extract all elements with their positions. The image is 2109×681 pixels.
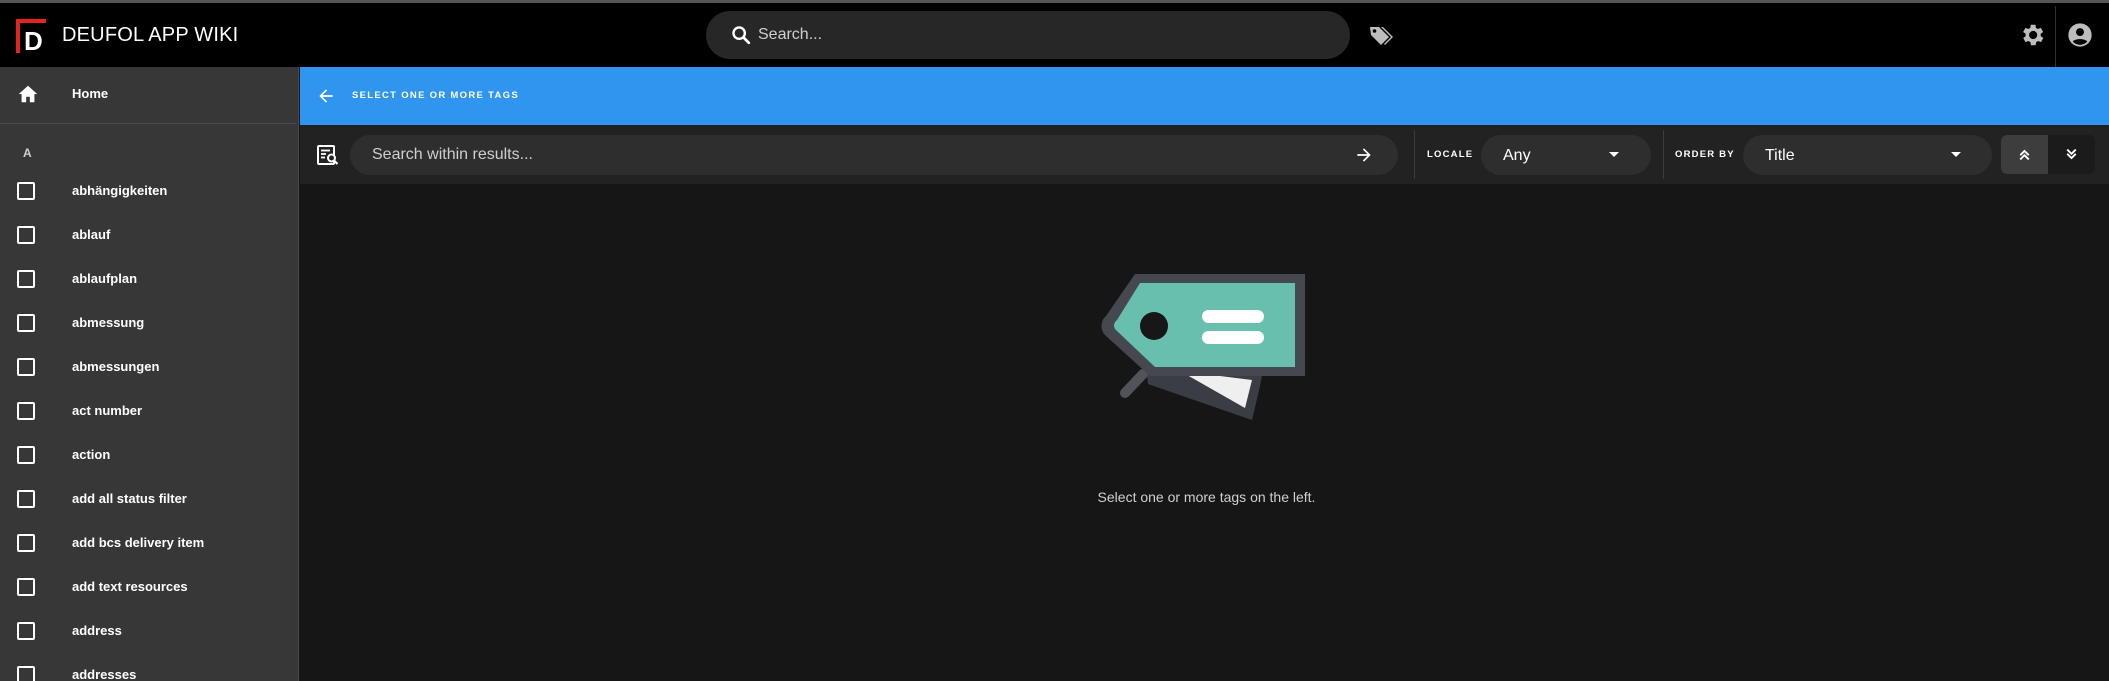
tag-label: add all status filter [72,491,187,506]
settings-icon[interactable] [2018,21,2046,49]
tag-checkbox[interactable] [17,358,35,376]
top-app-bar: D DEUFOL APP WIKI [0,3,2109,70]
tag-label: ablaufplan [72,271,138,286]
sidebar-tag-item[interactable]: add bcs delivery item [0,519,298,563]
locale-value: Any [1503,147,1531,164]
global-search[interactable] [706,11,1350,59]
tag-checkbox[interactable] [17,490,35,508]
empty-state-message: Select one or more tags on the left. [1097,489,1316,505]
tag-checkbox[interactable] [17,534,35,552]
sidebar-tag-item[interactable]: ablaufplan [0,255,298,299]
tags-icon[interactable] [1368,23,1394,49]
tag-checkbox[interactable] [17,226,35,244]
sidebar-tag-item[interactable]: action [0,431,298,475]
search-results-icon [317,145,339,165]
account-icon[interactable] [2066,21,2094,49]
sidebar-divider [0,123,296,124]
order-by-select[interactable]: Title [1743,135,1992,175]
sidebar-tag-item[interactable]: abmessung [0,299,298,343]
global-search-input[interactable] [758,11,1318,59]
double-chevron-down-icon [2066,148,2077,160]
back-arrow-icon[interactable] [316,86,336,106]
deufol-logo: D [16,19,46,55]
filter-divider [1414,130,1415,179]
sidebar-item-home-label: Home [72,86,109,101]
tag-checkbox[interactable] [17,446,35,464]
sort-descending-button[interactable] [2048,135,2095,174]
tag-label: abhängigkeiten [72,183,168,198]
sidebar-tag-item[interactable]: address [0,607,298,651]
tag-checkbox[interactable] [17,182,35,200]
tag-label: address [72,623,122,638]
sidebar-tag-item[interactable]: add all status filter [0,475,298,519]
arrow-right-icon[interactable] [1354,145,1374,165]
sidebar-tag-item[interactable]: abhängigkeiten [0,167,298,211]
tag-label: act number [72,403,143,418]
tag-checkbox[interactable] [17,402,35,420]
sidebar-item-home[interactable]: Home [0,67,298,123]
sidebar-tag-item[interactable]: ablauf [0,211,298,255]
tag-label: abmessung [72,315,145,330]
tag-sidebar: Home A abhängigkeiten ablauf ablaufplan abm… [0,67,299,681]
sidebar-tag-item[interactable]: act number [0,387,298,431]
locale-select[interactable]: Any [1481,135,1651,175]
page-title: SELECT ONE OR MORE TAGS [352,90,519,101]
section-header-a: A [23,146,32,160]
chevron-down-icon [1609,152,1619,157]
filter-divider [1663,130,1664,179]
sort-direction-toggle [2001,135,2095,174]
tag-label: abmessungen [72,359,160,374]
tag-label: add text resources [72,579,188,594]
tag-label: add bcs delivery item [72,535,205,550]
sidebar-tag-item[interactable]: abmessungen [0,343,298,387]
header-divider [2055,6,2056,70]
tag-checkbox[interactable] [17,270,35,288]
tag-list: abhängigkeiten ablauf ablaufplan abmessung a… [0,167,298,681]
tag-checkbox[interactable] [17,622,35,640]
results-search-input[interactable] [372,135,1332,175]
locale-label: LOCALE [1427,149,1474,160]
sort-ascending-button[interactable] [2001,135,2048,174]
tag-checkbox[interactable] [17,666,35,681]
tag-label: addresses [72,667,137,681]
page-toolbar: SELECT ONE OR MORE TAGS [300,67,2109,125]
results-search[interactable] [350,135,1398,175]
filter-bar: LOCALE Any ORDER BY Title [300,125,2109,184]
empty-tags-illustration [1101,274,1305,420]
sidebar-tag-item[interactable]: addresses [0,651,298,681]
tag-label: action [72,447,111,462]
order-by-label: ORDER BY [1675,149,1735,160]
order-by-value: Title [1765,147,1795,164]
tag-checkbox[interactable] [17,578,35,596]
app-title: DEUFOL APP WIKI [62,24,239,46]
chevron-down-icon [1951,152,1961,157]
double-chevron-up-icon [2019,149,2030,161]
tag-checkbox[interactable] [17,314,35,332]
home-icon [18,85,38,103]
tag-label: ablauf [72,227,111,242]
search-icon [732,26,751,45]
logo-letter: D [24,26,43,55]
sidebar-tag-item[interactable]: add text resources [0,563,298,607]
